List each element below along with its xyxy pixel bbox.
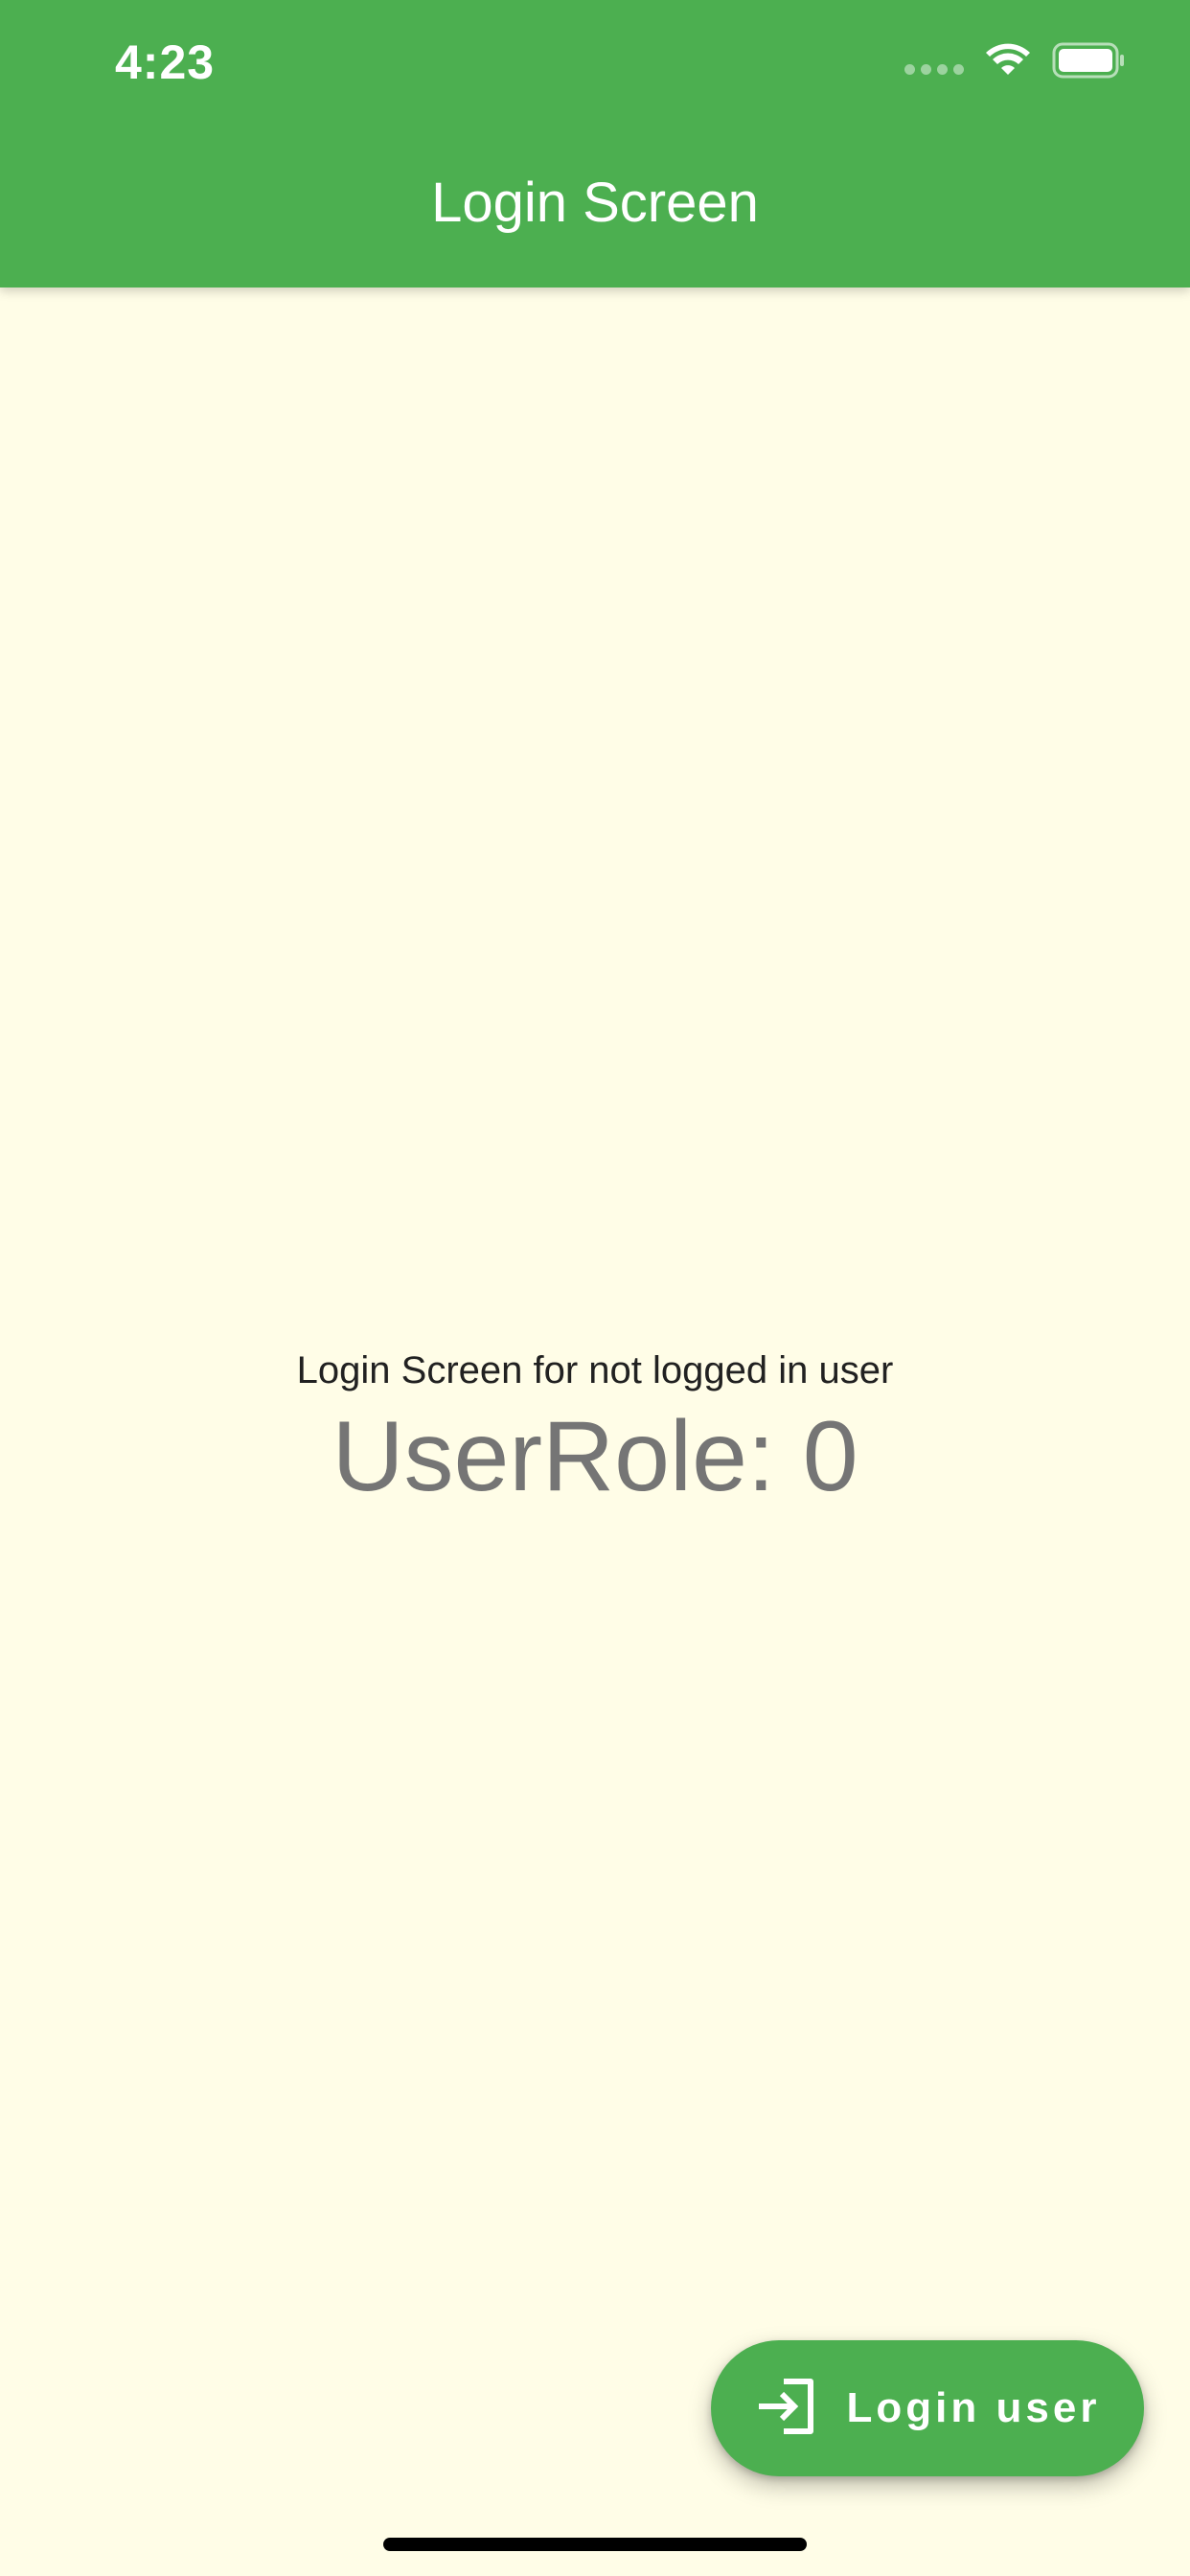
login-icon: [755, 2378, 818, 2440]
signal-dots-icon: [904, 64, 964, 75]
content-center: Login Screen for not logged in user User…: [0, 1342, 1190, 1514]
wifi-icon: [985, 42, 1031, 83]
status-icons: [904, 42, 1127, 83]
screen: 4:23 Login Screen Login Screen for not l…: [0, 0, 1190, 2576]
page-title: Login Screen: [431, 172, 759, 234]
subtitle-text: Login Screen for not logged in user: [296, 1349, 894, 1392]
login-user-label: Login user: [846, 2384, 1101, 2431]
user-role-text: UserRole: 0: [332, 1401, 858, 1512]
status-time: 4:23: [115, 35, 216, 89]
app-bar: 4:23 Login Screen: [0, 0, 1190, 288]
battery-icon: [1052, 42, 1127, 83]
login-user-button[interactable]: Login user: [711, 2340, 1144, 2476]
home-indicator[interactable]: [383, 2538, 807, 2551]
